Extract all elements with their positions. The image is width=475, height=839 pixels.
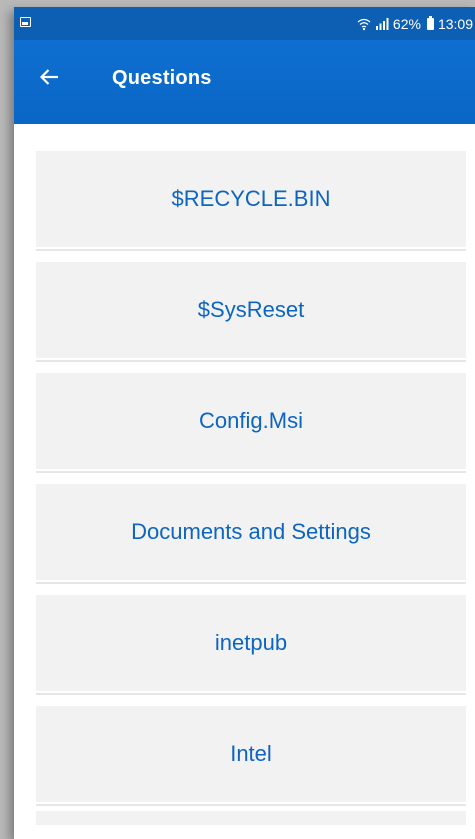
list-item-label: $RECYCLE.BIN: [171, 186, 331, 211]
arrow-left-icon: [39, 69, 58, 85]
gallery-icon: [20, 17, 31, 27]
wifi-icon: [357, 17, 371, 31]
list-item-label: inetpub: [214, 630, 288, 655]
list-item-label: Config.Msi: [199, 408, 303, 433]
list-item-inetpub[interactable]: inetpub: [36, 595, 466, 695]
status-right-group: 62% 13:09: [357, 7, 473, 40]
battery-icon: [426, 15, 434, 30]
signal-icon: [375, 17, 389, 31]
battery-percent: 62%: [392, 15, 421, 32]
list-item-label: Intel: [230, 741, 272, 766]
list-item-label: Documents and Settings: [131, 519, 371, 544]
list-item-intel[interactable]: Intel: [36, 706, 466, 806]
page-title: Questions: [112, 67, 212, 89]
back-button[interactable]: [34, 62, 64, 92]
list-item-partial[interactable]: [36, 811, 466, 825]
folder-list: $RECYCLE.BIN $SysReset Config.Msi Docume…: [14, 124, 475, 839]
list-item-label: $SysReset: [197, 297, 305, 322]
phone-screen: 62% 13:09 Questions $RECYCLE.BIN $SysRes…: [14, 7, 475, 839]
list-item-config-msi[interactable]: Config.Msi: [36, 373, 466, 473]
app-bar: Questions: [14, 40, 475, 124]
list-item-documents-and-settings[interactable]: Documents and Settings: [36, 484, 466, 584]
list-item-sysreset[interactable]: $SysReset: [36, 262, 466, 362]
status-bar: 62% 13:09: [14, 7, 475, 40]
clock: 13:09: [437, 15, 473, 32]
list-item-recycle-bin[interactable]: $RECYCLE.BIN: [36, 151, 466, 251]
